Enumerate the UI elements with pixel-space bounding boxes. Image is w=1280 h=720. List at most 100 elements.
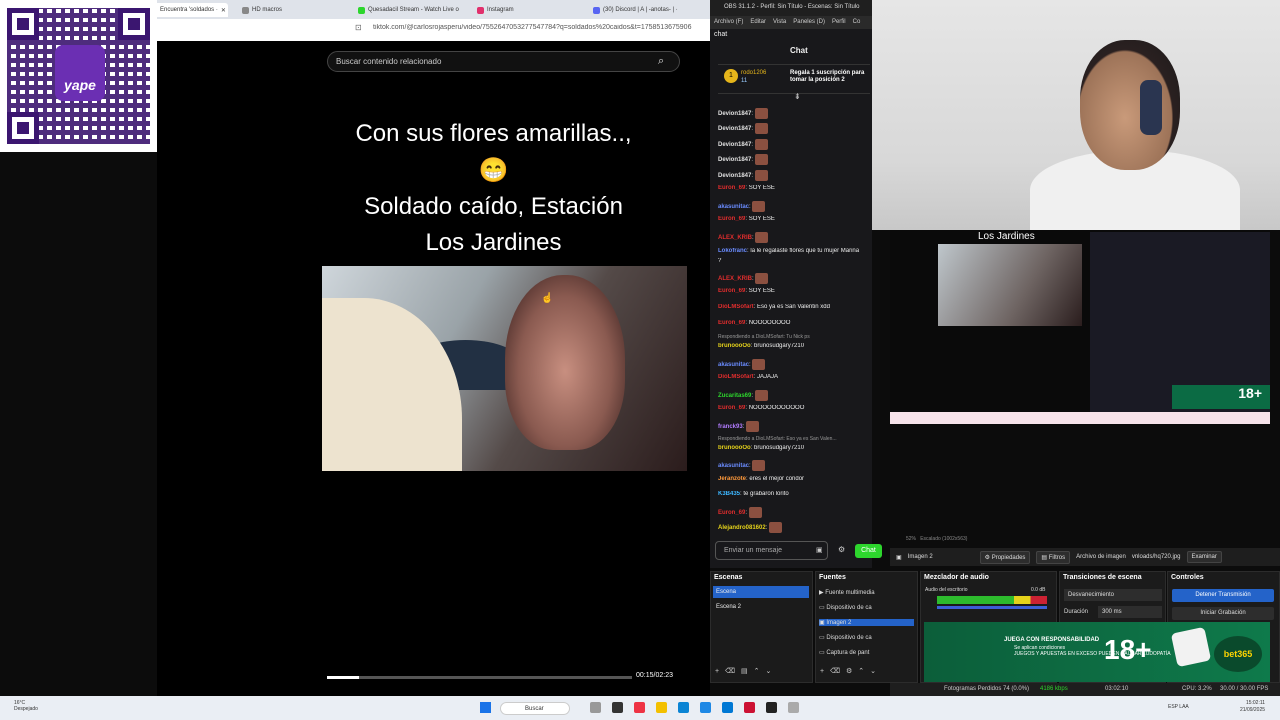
menu-editar[interactable]: Editar — [750, 19, 766, 29]
edge-icon[interactable] — [678, 702, 689, 713]
menu-archivo[interactable]: Archivo (F) — [714, 19, 743, 29]
taskbar-search[interactable]: Buscar — [500, 702, 570, 715]
chat-message: ? — [718, 258, 878, 264]
source-item[interactable]: ▭ Dispositivo de ca — [819, 604, 914, 611]
send-chat-button[interactable]: Chat — [855, 544, 882, 558]
tab-hd-macros[interactable]: HD macros — [242, 3, 342, 17]
image-file-path[interactable]: vnloads/hq720.jpg — [1132, 554, 1181, 560]
video-progress-track[interactable] — [327, 676, 632, 679]
chat-username[interactable]: DioLMSofart — [718, 374, 754, 380]
tab-discord[interactable]: (30) Discord | A | -anotas- | · — [593, 3, 703, 17]
menu-paneles[interactable]: Paneles (D) — [793, 19, 825, 29]
app-icon[interactable] — [788, 702, 799, 713]
chat-username[interactable]: akasunitac — [718, 362, 749, 368]
transition-select[interactable]: Desvanecimiento — [1064, 589, 1162, 601]
tab-kick-stream[interactable]: Quesadacil Stream - Watch Live o — [358, 3, 466, 17]
chat-username[interactable]: Euron_69 — [718, 288, 745, 294]
chat-message: brunoooOo: brunosudgary7210 — [718, 343, 878, 349]
app-icon[interactable] — [590, 702, 601, 713]
chat-username[interactable]: Devion1847 — [718, 142, 751, 148]
start-recording-button[interactable]: Iniciar Grabación — [1172, 607, 1274, 620]
menu-perfil[interactable]: Perfil — [832, 19, 846, 29]
address-bar[interactable]: ⊡ tiktok.com/@carlosrojasperu/video/7552… — [157, 19, 710, 41]
search-icon[interactable]: ⌕ — [658, 55, 664, 68]
brave-icon[interactable] — [744, 702, 755, 713]
chat-username[interactable]: Euron_69 — [718, 216, 745, 222]
chat-message: Zucaritas69: — [718, 390, 878, 401]
chat-username[interactable]: Alejandro081602 — [718, 525, 766, 531]
chat-username[interactable]: Euron_69 — [718, 510, 745, 516]
chat-username[interactable]: Devion1847 — [718, 173, 751, 179]
qr-finder-pattern — [7, 8, 39, 40]
source-item[interactable]: ▣ Imagen 2 — [819, 619, 914, 626]
chat-username[interactable]: Euron_69 — [718, 320, 745, 326]
chat-text: eres el mejor condor — [749, 476, 805, 482]
chat-username[interactable]: ALEX_KRIB — [718, 276, 752, 282]
chat-username[interactable]: Devion1847 — [718, 126, 751, 132]
scene-item[interactable]: Escena — [713, 586, 809, 598]
chat-text: brunosudgary7210 — [754, 343, 805, 349]
chat-username[interactable]: akasunitac — [718, 463, 749, 469]
scene-actions[interactable]: +⌫▤⌃⌄ — [715, 667, 777, 675]
scene-item[interactable]: Escena 2 — [713, 601, 809, 613]
chat-username[interactable]: akasunitac — [718, 204, 749, 210]
menu-colecciones[interactable]: Co — [853, 19, 861, 29]
url-text[interactable]: tiktok.com/@carlosrojasperu/video/755264… — [373, 24, 703, 31]
windows-start-icon[interactable] — [480, 702, 491, 713]
scenes-dock: Escenas Escena Escena 2 +⌫▤⌃⌄ — [710, 571, 813, 683]
video-progress-fill[interactable] — [327, 676, 359, 679]
source-item[interactable]: ▶ Fuente multimedia — [819, 589, 914, 596]
app-icon[interactable] — [634, 702, 645, 713]
terminal-icon[interactable] — [612, 702, 623, 713]
chat-username[interactable]: Jeranzote — [718, 476, 746, 482]
source-item[interactable]: ▭ Dispositivo de ca — [819, 634, 914, 641]
scroll-down-icon[interactable]: ⇟ — [794, 92, 801, 101]
chat-message: Jeranzote: eres el mejor condor — [718, 476, 878, 482]
chat-username[interactable]: Devion1847 — [718, 157, 751, 163]
chat-username[interactable]: franck93 — [718, 424, 743, 430]
chat-input[interactable]: Enviar un mensaje ▣ — [715, 541, 828, 560]
chat-username[interactable]: ALEX_KRIB — [718, 235, 752, 241]
chat-message: Devion1847: — [718, 170, 878, 181]
app-icon[interactable] — [700, 702, 711, 713]
chat-username[interactable]: Euron_69 — [718, 405, 745, 411]
chat-username[interactable]: Zucaritas69 — [718, 393, 751, 399]
filters-button[interactable]: ▤ Filtros — [1036, 550, 1071, 564]
yape-qr-code: yape — [0, 0, 157, 152]
chat-username[interactable]: brunoooOo — [718, 343, 751, 349]
close-icon[interactable]: ✕ — [221, 7, 226, 14]
volume-slider[interactable] — [937, 606, 1047, 609]
chat-username[interactable]: brunoooOo — [718, 445, 751, 451]
emote-icon — [754, 123, 768, 134]
stop-stream-button[interactable]: Detener Transmisión — [1172, 589, 1274, 602]
chat-username[interactable]: K3B435 — [718, 491, 740, 497]
chat-username[interactable]: Euron_69 — [718, 185, 745, 191]
obs-icon[interactable] — [766, 702, 777, 713]
chat-username[interactable]: Devion1847 — [718, 111, 751, 117]
duration-input[interactable]: 300 ms — [1098, 606, 1162, 618]
system-tray[interactable]: ESP LAA — [1168, 704, 1189, 710]
chat-title: Chat — [790, 46, 808, 55]
taskbar-clock[interactable]: 15:02:11 21/09/2025 — [1240, 700, 1265, 714]
browse-button[interactable]: Examinar — [1186, 551, 1222, 563]
chat-text: SOY ESE — [748, 185, 775, 191]
site-info-icon[interactable]: ⊡ — [355, 23, 362, 32]
tab-tiktok-search[interactable]: Encuentra 'soldados · ✕ — [150, 3, 228, 17]
chat-username[interactable]: Lokofranc — [718, 248, 747, 254]
gear-icon[interactable]: ⚙ — [838, 545, 845, 554]
outlook-icon[interactable] — [722, 702, 733, 713]
properties-button[interactable]: ⚙ Propiedades — [979, 550, 1031, 564]
folder-icon[interactable] — [656, 702, 667, 713]
chat-username[interactable]: DioLMSofart — [718, 304, 754, 310]
emote-picker-icon[interactable]: ▣ — [816, 546, 823, 554]
chat-text: ? — [718, 258, 722, 264]
tab-instagram[interactable]: Instagram — [477, 3, 577, 17]
qr-finder-pattern — [7, 112, 39, 144]
yape-logo: yape — [55, 45, 105, 101]
menu-vista[interactable]: Vista — [773, 19, 786, 29]
weather-widget[interactable]: 16°C Despejado — [14, 700, 38, 712]
related-search-input[interactable]: Buscar contenido relacionado ⌕ — [327, 51, 680, 72]
source-item[interactable]: ▭ Captura de pant — [819, 649, 914, 656]
source-actions[interactable]: +⌫⚙⌃⌄ — [820, 667, 882, 675]
chat-message: franck93: — [718, 421, 878, 432]
